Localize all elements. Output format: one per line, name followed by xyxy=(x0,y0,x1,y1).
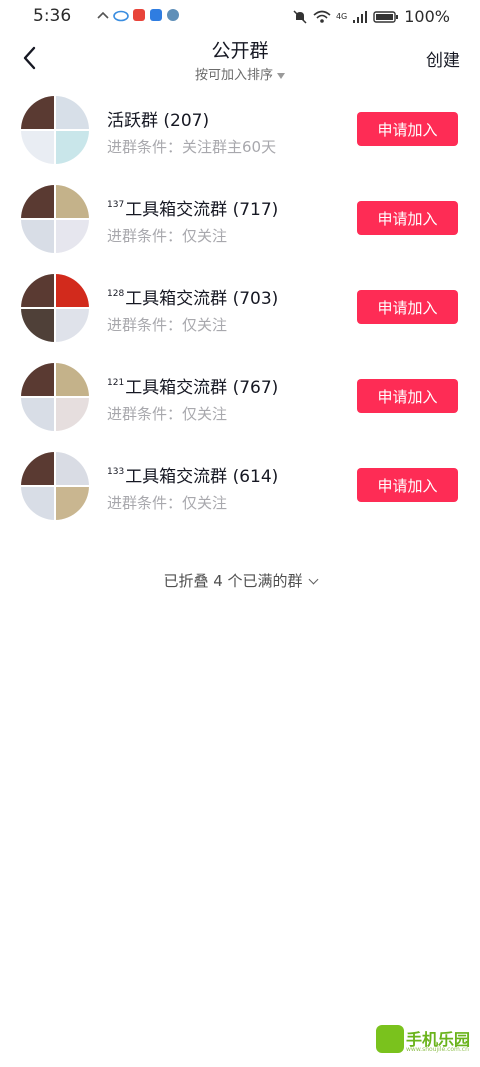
watermark-subtext: www.shoujile.com.cn xyxy=(406,1046,469,1053)
network-type: 4G xyxy=(335,12,348,21)
sort-selector[interactable]: 按可加入排序 xyxy=(0,64,480,83)
member-avatar-tile xyxy=(21,131,54,164)
group-row[interactable]: 活跃群 (207) 进群条件：关注群主60天 申请加入 xyxy=(0,90,480,179)
group-avatar xyxy=(21,274,89,342)
battery-percent: 100% xyxy=(404,7,450,26)
apply-join-button[interactable]: 申请加入 xyxy=(357,468,458,502)
member-avatar-tile xyxy=(56,487,89,520)
create-button[interactable]: 创建 xyxy=(426,46,460,71)
group-name: 128工具箱交流群 (703) xyxy=(107,284,278,309)
member-avatar-tile xyxy=(21,487,54,520)
group-avatar xyxy=(21,185,89,253)
apply-join-button[interactable]: 申请加入 xyxy=(357,379,458,413)
group-name: 活跃群 (207) xyxy=(107,106,209,131)
system-icons: 4G 100% xyxy=(292,7,450,26)
member-avatar-tile xyxy=(21,452,54,485)
group-row[interactable]: 128工具箱交流群 (703) 进群条件：仅关注 申请加入 xyxy=(0,268,480,357)
folded-groups-label: 已折叠 4 个已满的群 xyxy=(163,572,303,590)
member-avatar-tile xyxy=(56,96,89,129)
watermark-icon xyxy=(376,1025,404,1053)
group-name: 137工具箱交流群 (717) xyxy=(107,195,278,220)
member-avatar-tile xyxy=(21,309,54,342)
member-avatar-tile xyxy=(21,363,54,396)
avatar-app-icon xyxy=(167,9,179,21)
member-avatar-tile xyxy=(56,185,89,218)
red-app-icon xyxy=(133,9,145,21)
group-row[interactable]: 133工具箱交流群 (614) 进群条件：仅关注 申请加入 xyxy=(0,446,480,535)
group-avatar xyxy=(21,452,89,520)
page-title: 公开群 xyxy=(211,40,269,62)
member-avatar-tile xyxy=(56,309,89,342)
member-avatar-tile xyxy=(21,185,54,218)
group-number-prefix: 137 xyxy=(107,200,125,210)
blue-app-icon xyxy=(150,9,162,21)
apply-join-button[interactable]: 申请加入 xyxy=(357,290,458,324)
member-avatar-tile xyxy=(21,398,54,431)
apply-join-button[interactable]: 申请加入 xyxy=(357,112,458,146)
member-avatar-tile xyxy=(56,452,89,485)
join-condition: 进群条件：仅关注 xyxy=(107,316,228,334)
join-condition: 进群条件：关注群主60天 xyxy=(107,138,277,156)
status-bar: 5:36 4G 100% xyxy=(0,0,480,32)
member-avatar-tile xyxy=(21,274,54,307)
caret-down-icon xyxy=(277,72,285,79)
group-row[interactable]: 121工具箱交流群 (767) 进群条件：仅关注 申请加入 xyxy=(0,357,480,446)
group-number-prefix: 128 xyxy=(107,289,125,299)
join-condition: 进群条件：仅关注 xyxy=(107,494,228,512)
join-condition: 进群条件：仅关注 xyxy=(107,405,228,423)
folded-groups-toggle[interactable]: 已折叠 4 个已满的群 xyxy=(0,570,480,591)
group-avatar xyxy=(21,96,89,164)
cloud-icon xyxy=(113,10,129,22)
member-avatar-tile xyxy=(56,398,89,431)
signal-icon xyxy=(353,10,368,23)
missed-call-icon xyxy=(97,11,109,19)
group-avatar xyxy=(21,363,89,431)
group-name-text: 工具箱交流群 (767) xyxy=(125,378,279,398)
sort-label: 按可加入排序 xyxy=(194,68,273,83)
group-name-text: 工具箱交流群 (717) xyxy=(125,200,279,220)
wifi-icon xyxy=(313,10,331,23)
member-avatar-tile xyxy=(56,363,89,396)
member-avatar-tile xyxy=(21,220,54,253)
group-name-text: 活跃群 (207) xyxy=(107,111,210,131)
member-avatar-tile xyxy=(21,96,54,129)
mute-bell-icon xyxy=(293,9,307,24)
group-name: 133工具箱交流群 (614) xyxy=(107,462,278,487)
group-number-prefix: 121 xyxy=(107,378,125,388)
notification-icons xyxy=(96,8,180,22)
member-avatar-tile xyxy=(56,274,89,307)
header: 公开群 按可加入排序 创建 xyxy=(0,32,480,88)
chevron-down-icon xyxy=(308,574,318,585)
member-avatar-tile xyxy=(56,131,89,164)
status-time: 5:36 xyxy=(33,6,72,26)
group-name-text: 工具箱交流群 (703) xyxy=(125,289,279,309)
apply-join-button[interactable]: 申请加入 xyxy=(357,201,458,235)
member-avatar-tile xyxy=(56,220,89,253)
join-condition: 进群条件：仅关注 xyxy=(107,227,228,245)
group-list: 活跃群 (207) 进群条件：关注群主60天 申请加入 137工具箱交流群 (717)… xyxy=(0,90,480,535)
group-name-text: 工具箱交流群 (614) xyxy=(125,467,279,487)
battery-icon xyxy=(373,10,399,23)
group-row[interactable]: 137工具箱交流群 (717) 进群条件：仅关注 申请加入 xyxy=(0,179,480,268)
group-name: 121工具箱交流群 (767) xyxy=(107,373,278,398)
watermark-logo: 手机乐园 www.shoujile.com.cn xyxy=(376,1025,472,1057)
group-number-prefix: 133 xyxy=(107,467,125,477)
